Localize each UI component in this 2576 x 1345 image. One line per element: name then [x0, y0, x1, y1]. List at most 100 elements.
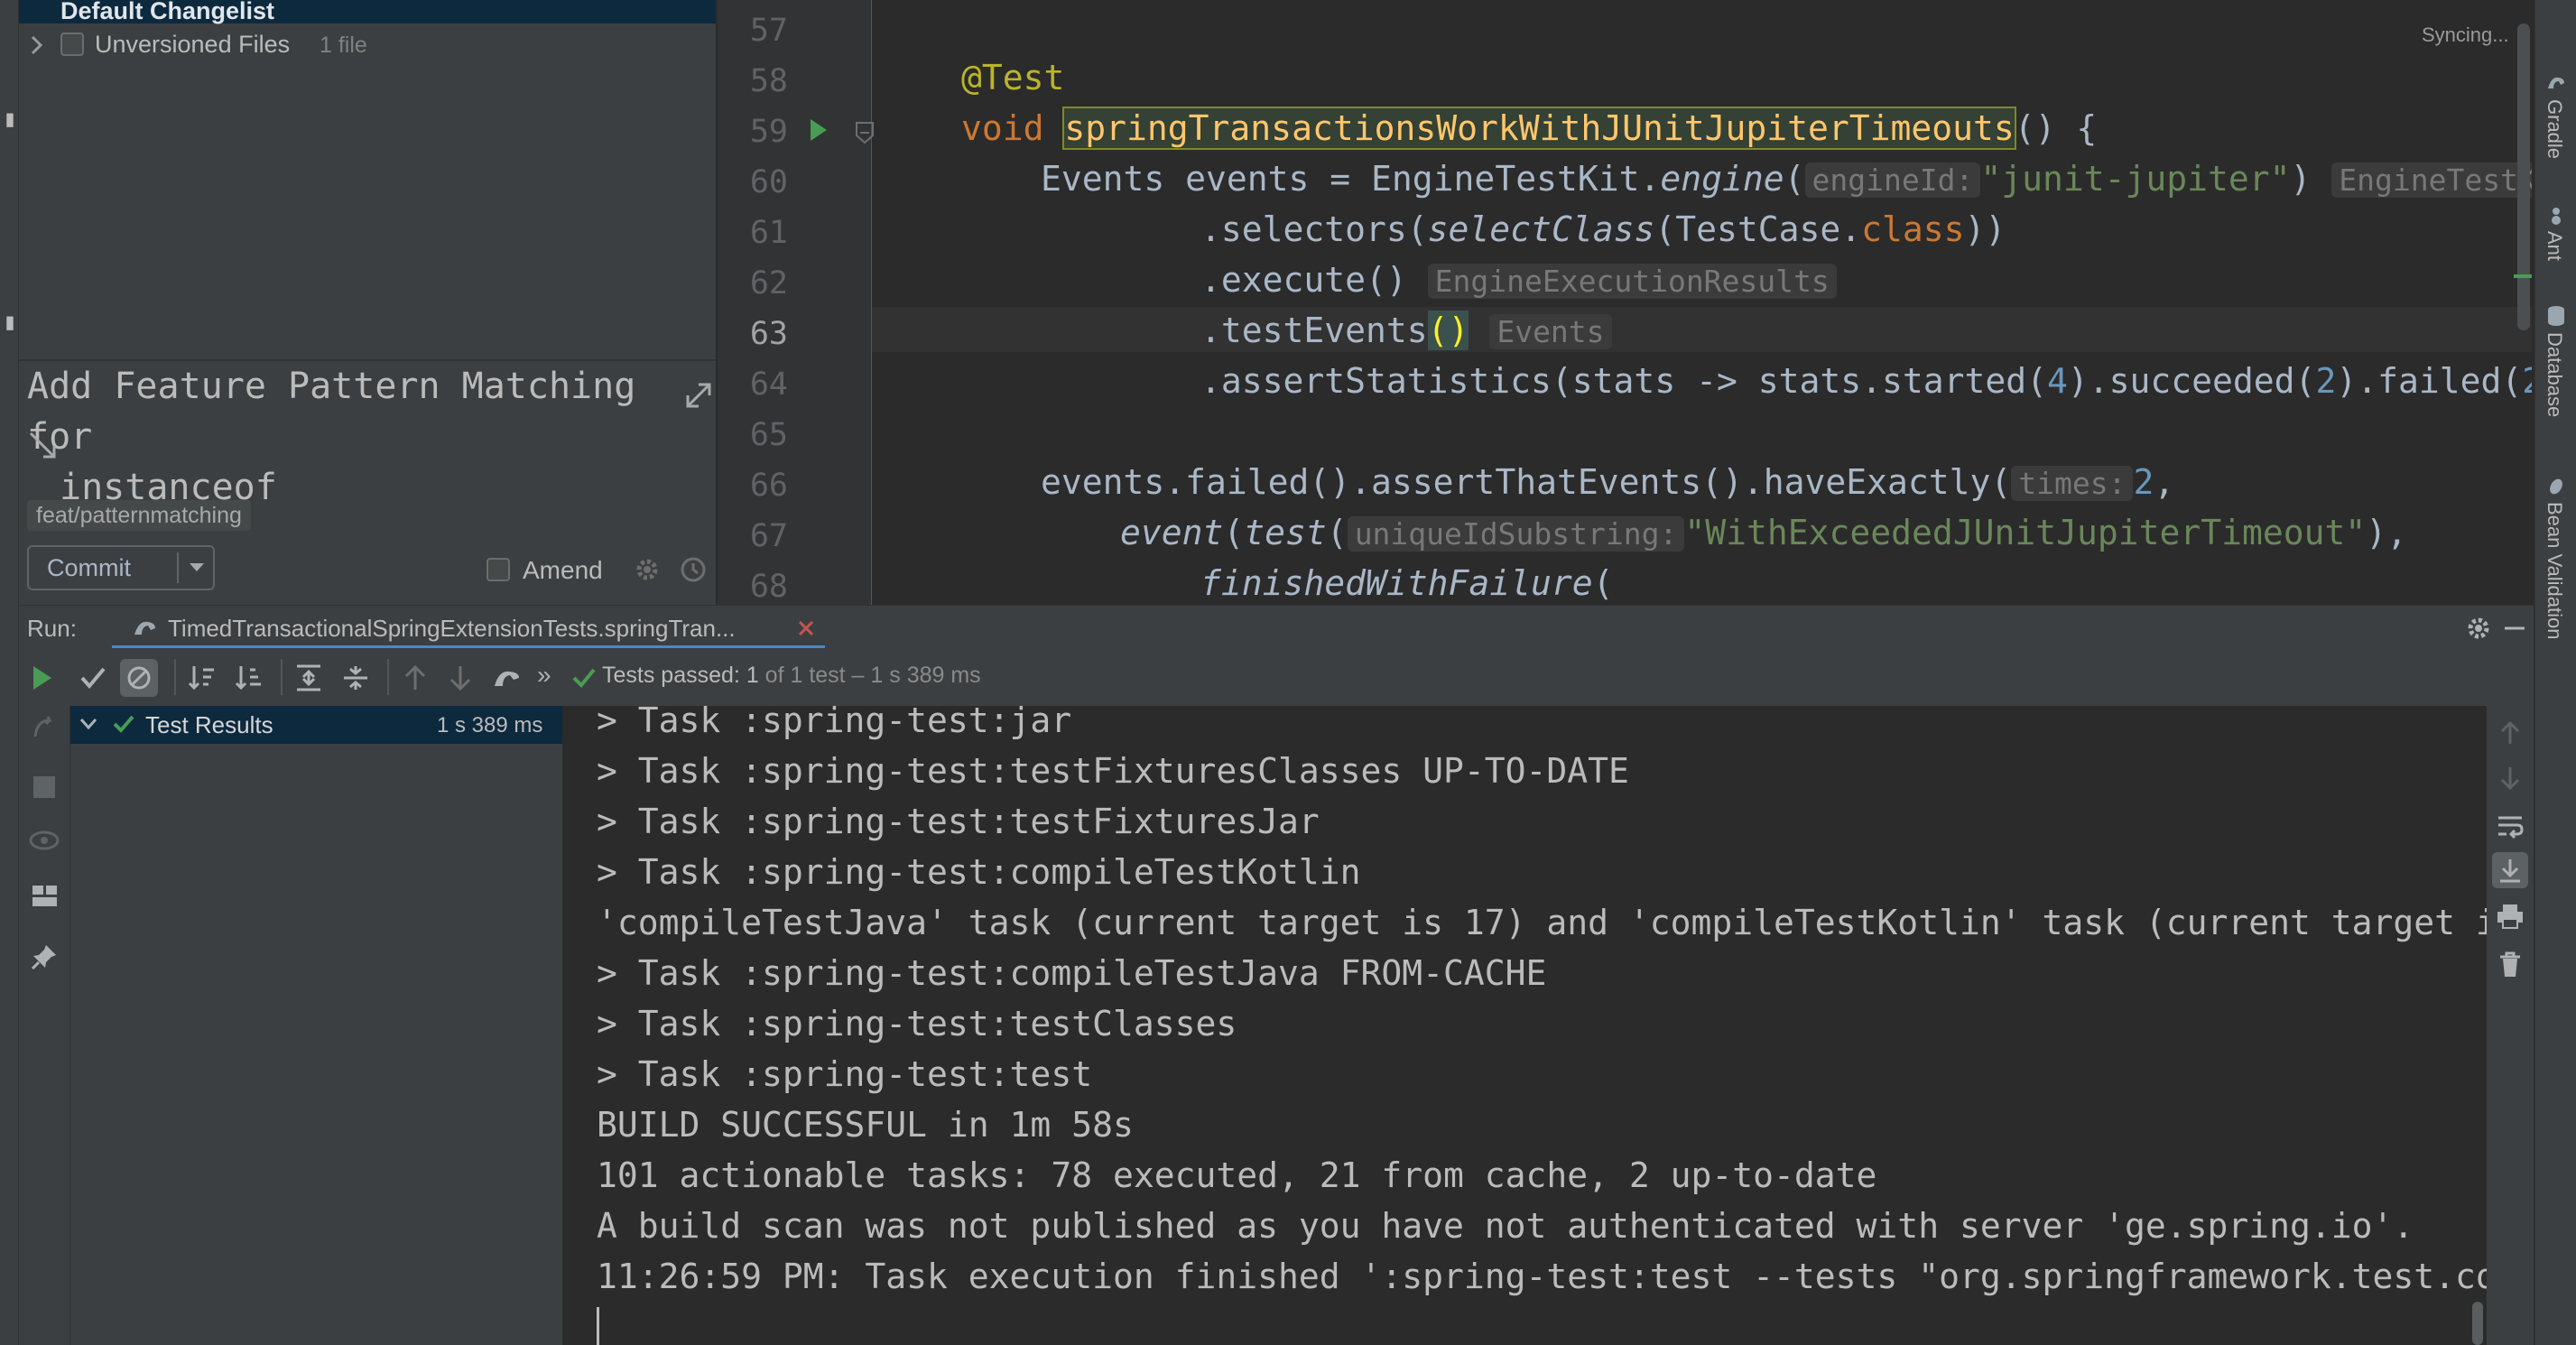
code-token: () { — [2014, 108, 2098, 148]
editor-scrollbar[interactable] — [2517, 23, 2530, 330]
unversioned-checkbox[interactable] — [60, 32, 84, 56]
scroll-to-end-icon — [2500, 859, 2520, 883]
scroll-up-icon[interactable] — [2497, 719, 2523, 746]
rerun-icon[interactable] — [30, 664, 55, 691]
code-line: .execute() EngineExecutionResults — [1200, 260, 1837, 300]
line-number: 67 — [749, 518, 788, 554]
resize-icon — [29, 431, 56, 459]
import-tests-icon[interactable] — [492, 664, 523, 691]
code-editor[interactable]: 57 58 59 60 61 62 63 64 65 66 67 68 @Tes… — [718, 0, 2532, 605]
unversioned-count: 1 file — [320, 32, 367, 58]
code-token: Events events = EngineTestKit. — [1041, 159, 1661, 199]
code-token: )) — [1964, 209, 2006, 249]
test-results-tree: Test Results 1 s 389 ms — [70, 706, 564, 1345]
current-line-highlight — [872, 307, 2532, 352]
code-token: engine — [1660, 159, 1784, 199]
collapse-all-icon[interactable] — [340, 663, 371, 693]
expand-icon[interactable] — [682, 379, 715, 412]
code-token: ), — [2366, 513, 2408, 552]
amend-checkbox[interactable] — [486, 558, 510, 581]
code-token: events.failed().assertThatEvents().haveE… — [1041, 462, 2012, 502]
arrow-up-icon[interactable] — [402, 663, 429, 693]
pin-icon[interactable] — [30, 942, 59, 971]
commit-tool-tab[interactable]: ▮ — [0, 36, 21, 208]
sort-duration-icon[interactable] — [234, 663, 264, 693]
parameter-hint: engineId: — [1804, 162, 1981, 198]
soft-wrap-icon[interactable] — [2496, 812, 2525, 839]
divider — [177, 552, 179, 583]
commit-button-label: Commit — [47, 554, 131, 581]
console-side-toolbar — [2487, 706, 2534, 1345]
tree-item-test-results[interactable]: Test Results 1 s 389 ms — [70, 706, 562, 744]
expand-all-icon[interactable] — [293, 663, 324, 693]
more-icon[interactable]: » — [537, 661, 551, 690]
chevron-right-icon[interactable] — [28, 34, 46, 56]
sort-alpha-icon[interactable] — [187, 663, 218, 693]
code-token: .assertStatistics(stats -> stats.started… — [1200, 361, 2047, 401]
gear-icon[interactable] — [634, 556, 661, 583]
code-line: .testEvents() Events — [1200, 311, 1612, 350]
annotation: @Test — [961, 58, 1065, 97]
type-hint: Events — [1489, 314, 1612, 349]
minimize-icon[interactable] — [2501, 615, 2528, 642]
tool-tab-gradle[interactable]: Gradle — [2543, 99, 2566, 159]
number-literal: 2 — [2522, 361, 2532, 401]
ant-icon — [2552, 208, 2561, 225]
layout-icon[interactable] — [30, 883, 59, 910]
arrow-down-icon[interactable] — [447, 663, 474, 693]
clock-icon[interactable] — [680, 556, 707, 583]
console-line: 101 actionable tasks: 78 executed, 21 fr… — [597, 1155, 1877, 1195]
project-tool-tab[interactable]: ▮ — [0, 253, 21, 397]
line-number: 63 — [749, 316, 788, 352]
changelist-row[interactable]: Default Changelist — [19, 0, 716, 24]
commit-button[interactable]: Commit — [27, 545, 215, 590]
tests-passed-suffix: of 1 test – 1 s 389 ms — [764, 663, 981, 688]
method-name[interactable]: springTransactionsWorkWithJUnitJupiterTi… — [1062, 107, 2016, 150]
unversioned-files-row[interactable]: Unversioned Files 1 file — [19, 27, 716, 63]
run-side-toolbar — [19, 706, 70, 1345]
changelist-label: Default Changelist — [60, 0, 275, 24]
scroll-down-icon[interactable] — [2497, 765, 2523, 793]
scroll-to-end-toggle[interactable] — [2492, 852, 2528, 888]
amend-label: Amend — [523, 556, 603, 584]
run-tab[interactable]: TimedTransactionalSpringExtensionTests.s… — [112, 606, 825, 649]
chevron-down-icon[interactable] — [188, 561, 206, 574]
branch-chip[interactable]: feat/patternmatching — [27, 500, 251, 531]
tool-tab-ant[interactable]: Ant — [2543, 231, 2566, 261]
code-token: ( — [1784, 159, 1805, 199]
print-icon[interactable] — [2496, 903, 2525, 930]
code-line: .selectors(selectClass(TestCase.class)) — [1200, 209, 2006, 249]
commit-message-line: Add Feature Pattern Matching for — [27, 366, 636, 458]
show-ignored-toggle[interactable] — [120, 659, 158, 697]
type-hint: EngineExecutionResults — [1427, 264, 1837, 299]
code-token: ( — [1326, 513, 1348, 552]
tool-tab-database[interactable]: Database — [2543, 332, 2566, 417]
bean-icon — [2550, 478, 2562, 495]
text-cursor — [597, 1307, 599, 1345]
console-line: 11:26:59 PM: Task execution finished ':s… — [597, 1257, 2487, 1296]
stop-icon[interactable] — [33, 776, 55, 798]
console-output[interactable]: > Task :spring-test:jar > Task :spring-t… — [564, 706, 2487, 1345]
keyword: class — [1861, 209, 1965, 249]
editor-gutter[interactable]: 57 58 59 60 61 62 63 64 65 66 67 68 — [718, 0, 875, 605]
rerun-failed-icon[interactable] — [30, 713, 59, 740]
console-line: > Task :spring-test:testFixturesClasses … — [597, 751, 1629, 791]
fold-icon[interactable] — [855, 121, 875, 146]
console-scrollbar[interactable] — [2472, 1302, 2483, 1345]
check-icon — [572, 668, 596, 688]
console-line: > Task :spring-test:compileTestKotlin — [597, 852, 1361, 892]
close-icon[interactable] — [796, 618, 816, 638]
code-line: Events events = EngineTestKit.engine(eng… — [1041, 159, 2532, 199]
eye-icon[interactable] — [28, 829, 60, 852]
tool-tab-bean-validation[interactable]: Bean Validation — [2543, 502, 2566, 640]
code-line: events.failed().assertThatEvents().haveE… — [1041, 462, 2174, 502]
commit-message-field[interactable]: Add Feature Pattern Matching for instanc… — [27, 361, 677, 513]
chevron-down-icon[interactable] — [79, 717, 97, 731]
divider — [281, 659, 283, 695]
change-marker — [2514, 274, 2532, 278]
gear-icon[interactable] — [2465, 615, 2492, 642]
show-passed-icon[interactable] — [79, 664, 107, 691]
trash-icon[interactable] — [2497, 951, 2523, 979]
run-test-icon[interactable] — [808, 117, 829, 143]
console-line: > Task :spring-test:testClasses — [597, 1004, 1237, 1044]
